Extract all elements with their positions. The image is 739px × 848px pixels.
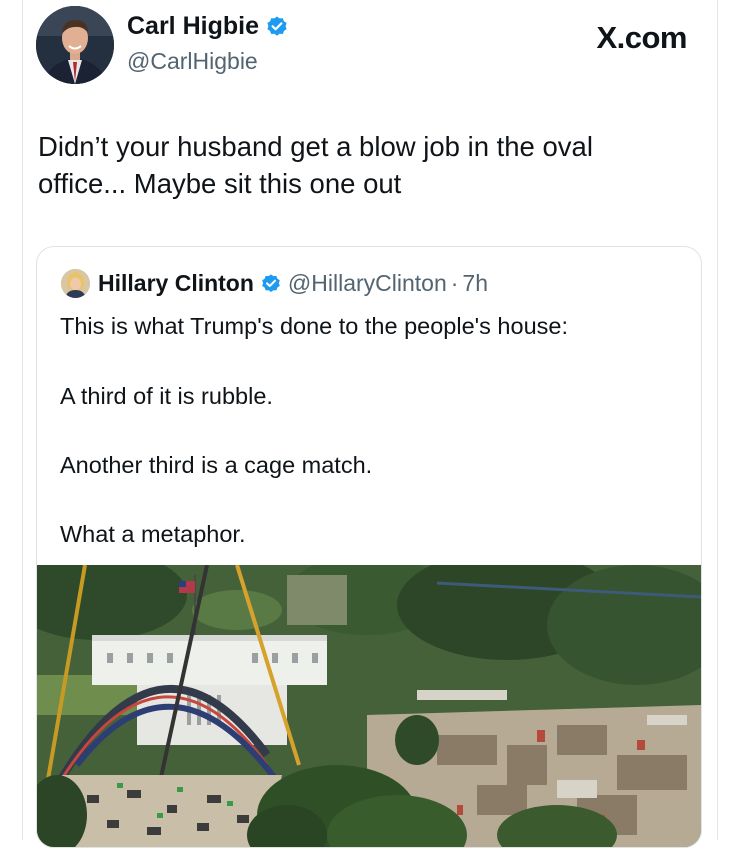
quoted-text-line: What a metaphor. (60, 521, 246, 547)
verified-badge-icon (267, 16, 287, 36)
quoted-avatar-portrait-icon (61, 269, 90, 298)
white-house-construction-photo[interactable] (37, 565, 701, 847)
verified-badge-icon (262, 273, 280, 292)
quoted-avatar[interactable] (61, 269, 90, 298)
post-text-line: office... Maybe sit this one out (38, 168, 402, 199)
avatar[interactable] (36, 6, 114, 84)
quoted-text-line: This is what Trump's done to the people'… (60, 313, 568, 339)
brand-label: X.com (596, 20, 687, 55)
post-text: Didn’t your husband get a blow job in th… (38, 128, 688, 202)
avatar-portrait-icon (36, 6, 114, 84)
quoted-timestamp[interactable]: 7h (462, 270, 488, 297)
quoted-author-name[interactable]: Hillary Clinton (98, 270, 254, 297)
quoted-text-line: Another third is a cage match. (60, 452, 373, 478)
quoted-tweet[interactable]: Hillary Clinton @HillaryClinton · 7h Thi… (36, 246, 702, 848)
author-name[interactable]: Carl Higbie (127, 12, 259, 41)
post-text-line: Didn’t your husband get a blow job in th… (38, 131, 593, 162)
quoted-header: Hillary Clinton @HillaryClinton · 7h (61, 269, 488, 298)
dot-separator: · (450, 270, 459, 296)
author-handle[interactable]: @CarlHigbie (127, 48, 258, 75)
quoted-author-handle[interactable]: @HillaryClinton (288, 270, 447, 297)
quoted-text-line: A third of it is rubble. (60, 383, 273, 409)
author-name-row[interactable]: Carl Higbie (127, 12, 289, 41)
